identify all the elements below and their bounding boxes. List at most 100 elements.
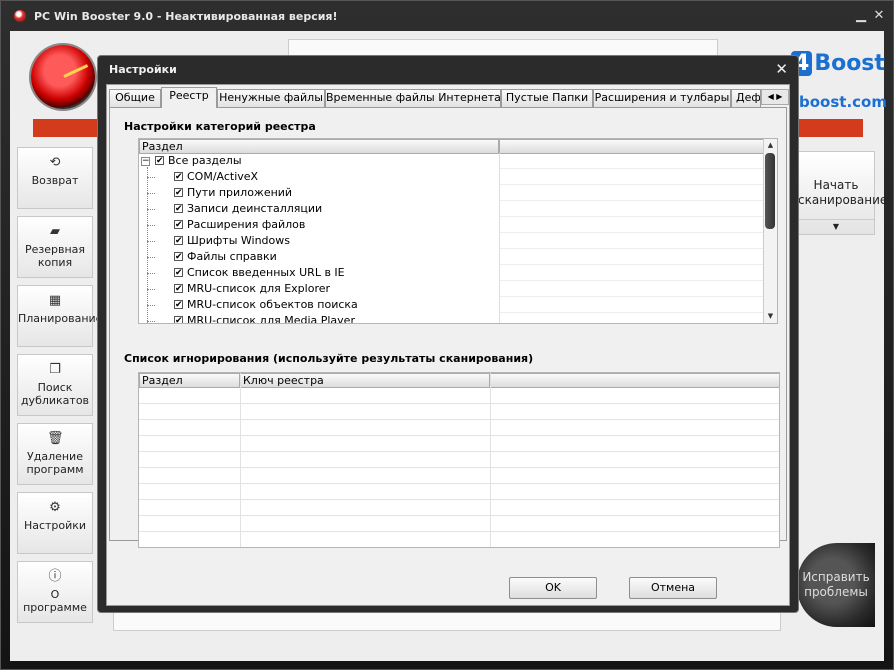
checkbox-com-activex[interactable]: ✔ — [174, 172, 183, 182]
table-row[interactable] — [139, 516, 779, 532]
brand-logo: 4 Boost — [791, 51, 885, 76]
fix-problems-label: Исправить проблемы — [802, 570, 870, 599]
tree-label: MRU-список для Media Player — [187, 314, 355, 324]
tree-label: Шрифты Windows — [187, 234, 290, 247]
tree-label: Все разделы — [168, 154, 242, 167]
tab-registry[interactable]: Реестр — [161, 87, 217, 108]
scroll-thumb[interactable] — [765, 153, 775, 229]
dialog-content: Общие Реестр Ненужные файлы Временные фа… — [106, 84, 790, 606]
start-scan-button[interactable]: Начать сканирование ▼ — [797, 151, 888, 235]
settings-dialog: Настройки ✕ Общие Реестр Ненужные файлы … — [97, 55, 799, 613]
tree-scrollbar[interactable]: ▲ ▼ — [763, 139, 777, 323]
column-header-registry-key[interactable]: Ключ реестра — [240, 373, 490, 388]
tree-row: ✔ MRU-список для Explorer — [139, 281, 777, 297]
tab-extensions-toolbars[interactable]: Расширения и тулбары — [593, 89, 731, 107]
ignore-list-table: Раздел Ключ реестра — [138, 372, 780, 548]
table-row[interactable] — [139, 436, 779, 452]
tree-row: ✔ Список введенных URL в IE — [139, 265, 777, 281]
info-icon: ⓘ — [48, 569, 62, 584]
start-scan-label: Начать сканирование — [798, 178, 888, 207]
sidebar-item-label: О программе — [23, 588, 87, 614]
checkbox-windows-fonts[interactable]: ✔ — [174, 236, 183, 246]
column-header-section[interactable]: Раздел — [139, 139, 499, 154]
dialog-title: Настройки — [109, 63, 177, 76]
registry-section-title: Настройки категорий реестра — [124, 120, 316, 133]
tree-row: ✔ Шрифты Windows — [139, 233, 777, 249]
sidebar-item-label: Настройки — [23, 519, 87, 532]
chevron-down-icon[interactable]: ▼ — [798, 219, 874, 234]
checkbox-file-extensions[interactable]: ✔ — [174, 220, 183, 230]
tab-empty-folders[interactable]: Пустые Папки — [501, 89, 593, 107]
app-window: PC Win Booster 9.0 - Неактивированная ве… — [0, 0, 894, 670]
table-row[interactable] — [139, 388, 779, 404]
tree-label: MRU-список объектов поиска — [187, 298, 358, 311]
tree-row: ✔ Записи деинсталляции — [139, 201, 777, 217]
speedometer-icon — [31, 45, 95, 109]
column-header-section[interactable]: Раздел — [139, 373, 240, 388]
sidebar-item-label: Резервная копия — [24, 243, 86, 269]
sidebar-item-about[interactable]: ⓘ О программе — [17, 561, 93, 623]
table-row[interactable] — [139, 484, 779, 500]
checkbox-uninstall-entries[interactable]: ✔ — [174, 204, 183, 214]
tree-row: ✔ Расширения файлов — [139, 217, 777, 233]
tree-label: Расширения файлов — [187, 218, 306, 231]
window-title: PC Win Booster 9.0 - Неактивированная ве… — [34, 10, 338, 23]
sidebar-item-restore[interactable]: ⟲ Возврат — [17, 147, 93, 209]
table-row[interactable] — [139, 404, 779, 420]
title-bar: PC Win Booster 9.0 - Неактивированная ве… — [1, 1, 893, 31]
scroll-up-icon[interactable]: ▲ — [764, 139, 777, 152]
sidebar-item-duplicates[interactable]: ❐ Поиск дубликатов — [17, 354, 93, 416]
ignore-section-title: Список игнорирования (используйте резуль… — [124, 352, 534, 365]
collapse-icon[interactable]: − — [141, 157, 150, 166]
tree-label: Список введенных URL в IE — [187, 266, 345, 279]
tree-row: ✔ Пути приложений — [139, 185, 777, 201]
tree-row-root: − ✔ Все разделы — [139, 153, 777, 169]
uninstall-icon: 🗑 — [47, 431, 64, 446]
checkbox-help-files[interactable]: ✔ — [174, 252, 183, 262]
sidebar-item-label: Возврат — [31, 174, 79, 187]
checkbox-app-paths[interactable]: ✔ — [174, 188, 183, 198]
accent-bar-right — [797, 119, 863, 137]
sidebar-item-backup[interactable]: ▰ Резервная копия — [17, 216, 93, 278]
close-window-button[interactable]: ✕ — [871, 8, 887, 24]
table-row[interactable] — [139, 468, 779, 484]
brand-name: Boost — [814, 51, 885, 76]
column-header-blank[interactable] — [490, 373, 779, 388]
tab-scroll-arrows[interactable]: ◀ ▶ — [761, 89, 789, 105]
checkbox-all-sections[interactable]: ✔ — [155, 156, 164, 166]
tree-label: Пути приложений — [187, 186, 293, 199]
tree-label: MRU-список для Explorer — [187, 282, 331, 295]
fix-problems-button[interactable]: Исправить проблемы — [797, 543, 875, 627]
close-icon[interactable]: ✕ — [775, 60, 788, 78]
brand-url[interactable]: boost.com — [799, 93, 887, 111]
tree-row: ✔ MRU-список объектов поиска — [139, 297, 777, 313]
minimize-button[interactable]: ▁ — [853, 8, 869, 24]
accent-bar-left — [33, 119, 99, 137]
column-header-blank[interactable] — [499, 139, 765, 154]
ok-button[interactable]: OK — [509, 577, 597, 599]
tab-def[interactable]: Деф — [731, 89, 761, 107]
tree-label: COM/ActiveX — [187, 170, 259, 183]
sidebar-item-settings[interactable]: ⚙ Настройки — [17, 492, 93, 554]
table-row[interactable] — [139, 420, 779, 436]
table-row[interactable] — [139, 500, 779, 516]
tab-temp-internet-files[interactable]: Временные файлы Интернета — [325, 89, 501, 107]
tree-label: Файлы справки — [187, 250, 277, 263]
checkbox-search-mru[interactable]: ✔ — [174, 300, 183, 310]
registry-categories-tree: Раздел − ✔ Все разделы ✔ COM/ActiveX ✔ П… — [138, 138, 778, 324]
scroll-down-icon[interactable]: ▼ — [764, 310, 777, 323]
sidebar-item-schedule[interactable]: ▦ Планирование — [17, 285, 102, 347]
tab-general[interactable]: Общие — [109, 89, 161, 107]
checkbox-ie-typed-urls[interactable]: ✔ — [174, 268, 183, 278]
duplicates-icon: ❐ — [49, 362, 61, 377]
tree-row: ✔ COM/ActiveX — [139, 169, 777, 185]
sidebar-item-label: Удаление программ — [26, 450, 84, 476]
checkbox-explorer-mru[interactable]: ✔ — [174, 284, 183, 294]
schedule-icon: ▦ — [48, 293, 62, 308]
backup-icon: ▰ — [50, 224, 60, 239]
table-row[interactable] — [139, 452, 779, 468]
sidebar-item-uninstall[interactable]: 🗑 Удаление программ — [17, 423, 93, 485]
tab-junk-files[interactable]: Ненужные файлы — [217, 89, 325, 107]
checkbox-media-player-mru[interactable]: ✔ — [174, 316, 183, 323]
cancel-button[interactable]: Отмена — [629, 577, 717, 599]
